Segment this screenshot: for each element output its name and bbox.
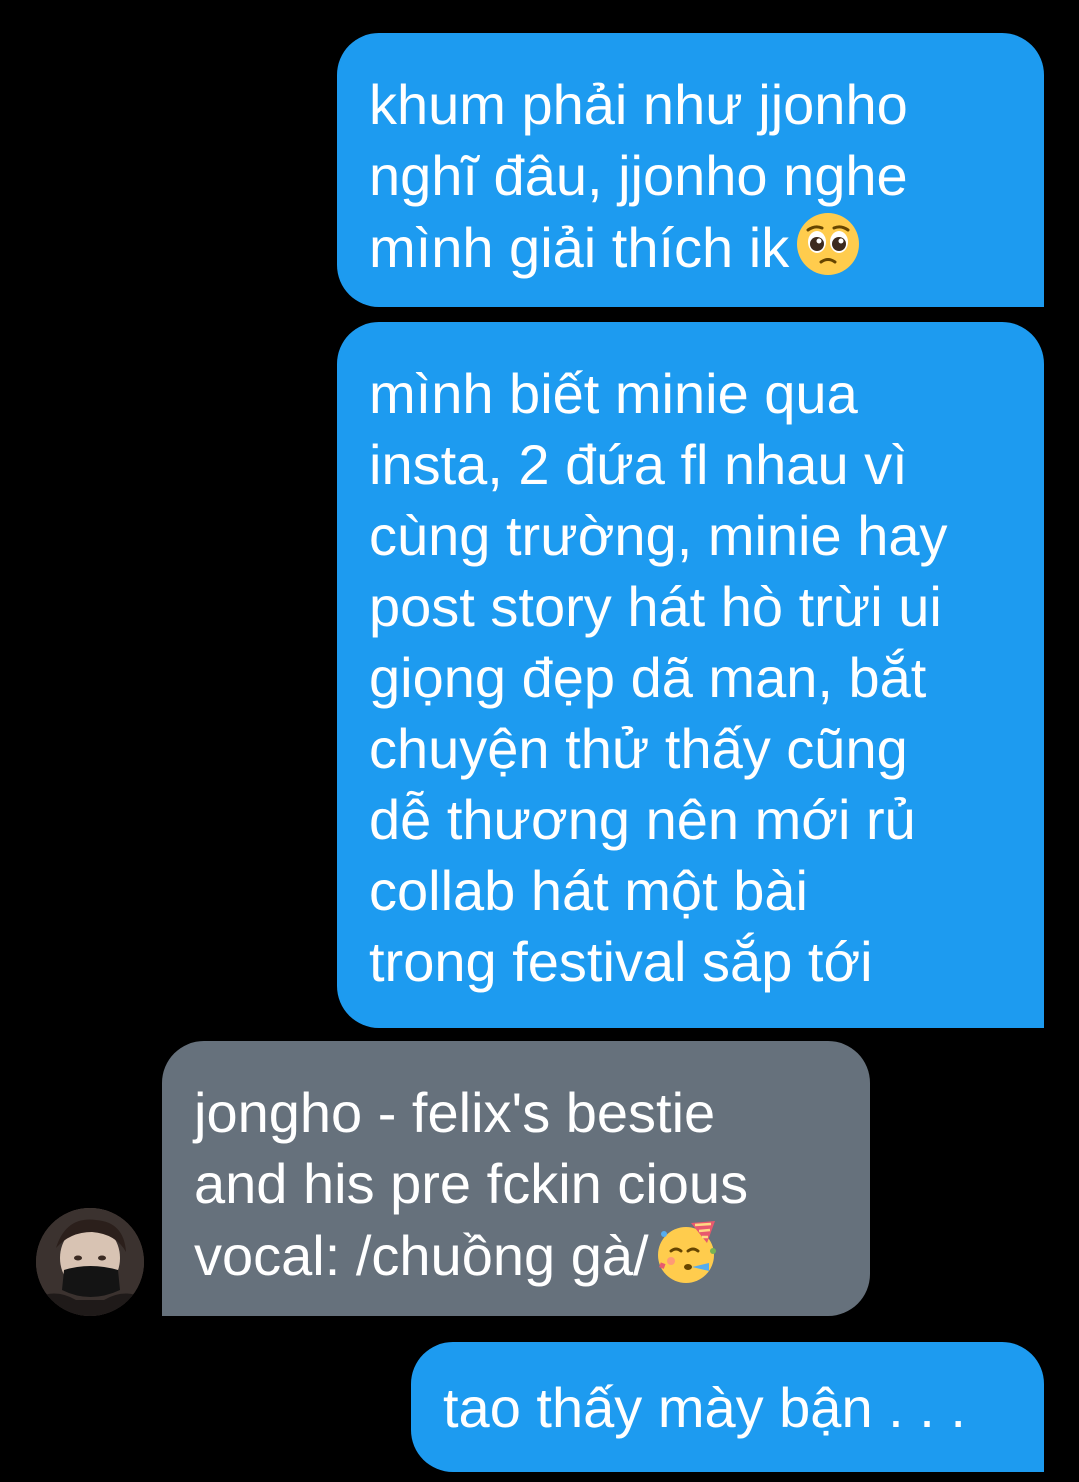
message-text: mình biết minie qua insta, 2 đứa fl nhau… <box>369 362 948 993</box>
pleading-face-emoji-icon <box>795 211 861 277</box>
message-text: tao thấy mày bận . . . <box>443 1376 966 1439</box>
contact-avatar[interactable] <box>36 1208 144 1316</box>
message-thread: khum phải như jjonho nghĩ đâu, jjonho ng… <box>0 0 1079 1482</box>
partying-face-emoji-icon <box>655 1219 721 1285</box>
outgoing-message-bubble[interactable]: mình biết minie qua insta, 2 đứa fl nhau… <box>337 322 1044 1028</box>
incoming-message-bubble[interactable]: jongho - felix's bestie and his pre fcki… <box>162 1041 870 1316</box>
outgoing-message-bubble[interactable]: tao thấy mày bận . . . <box>411 1342 1044 1472</box>
outgoing-message-bubble[interactable]: khum phải như jjonho nghĩ đâu, jjonho ng… <box>337 33 1044 307</box>
